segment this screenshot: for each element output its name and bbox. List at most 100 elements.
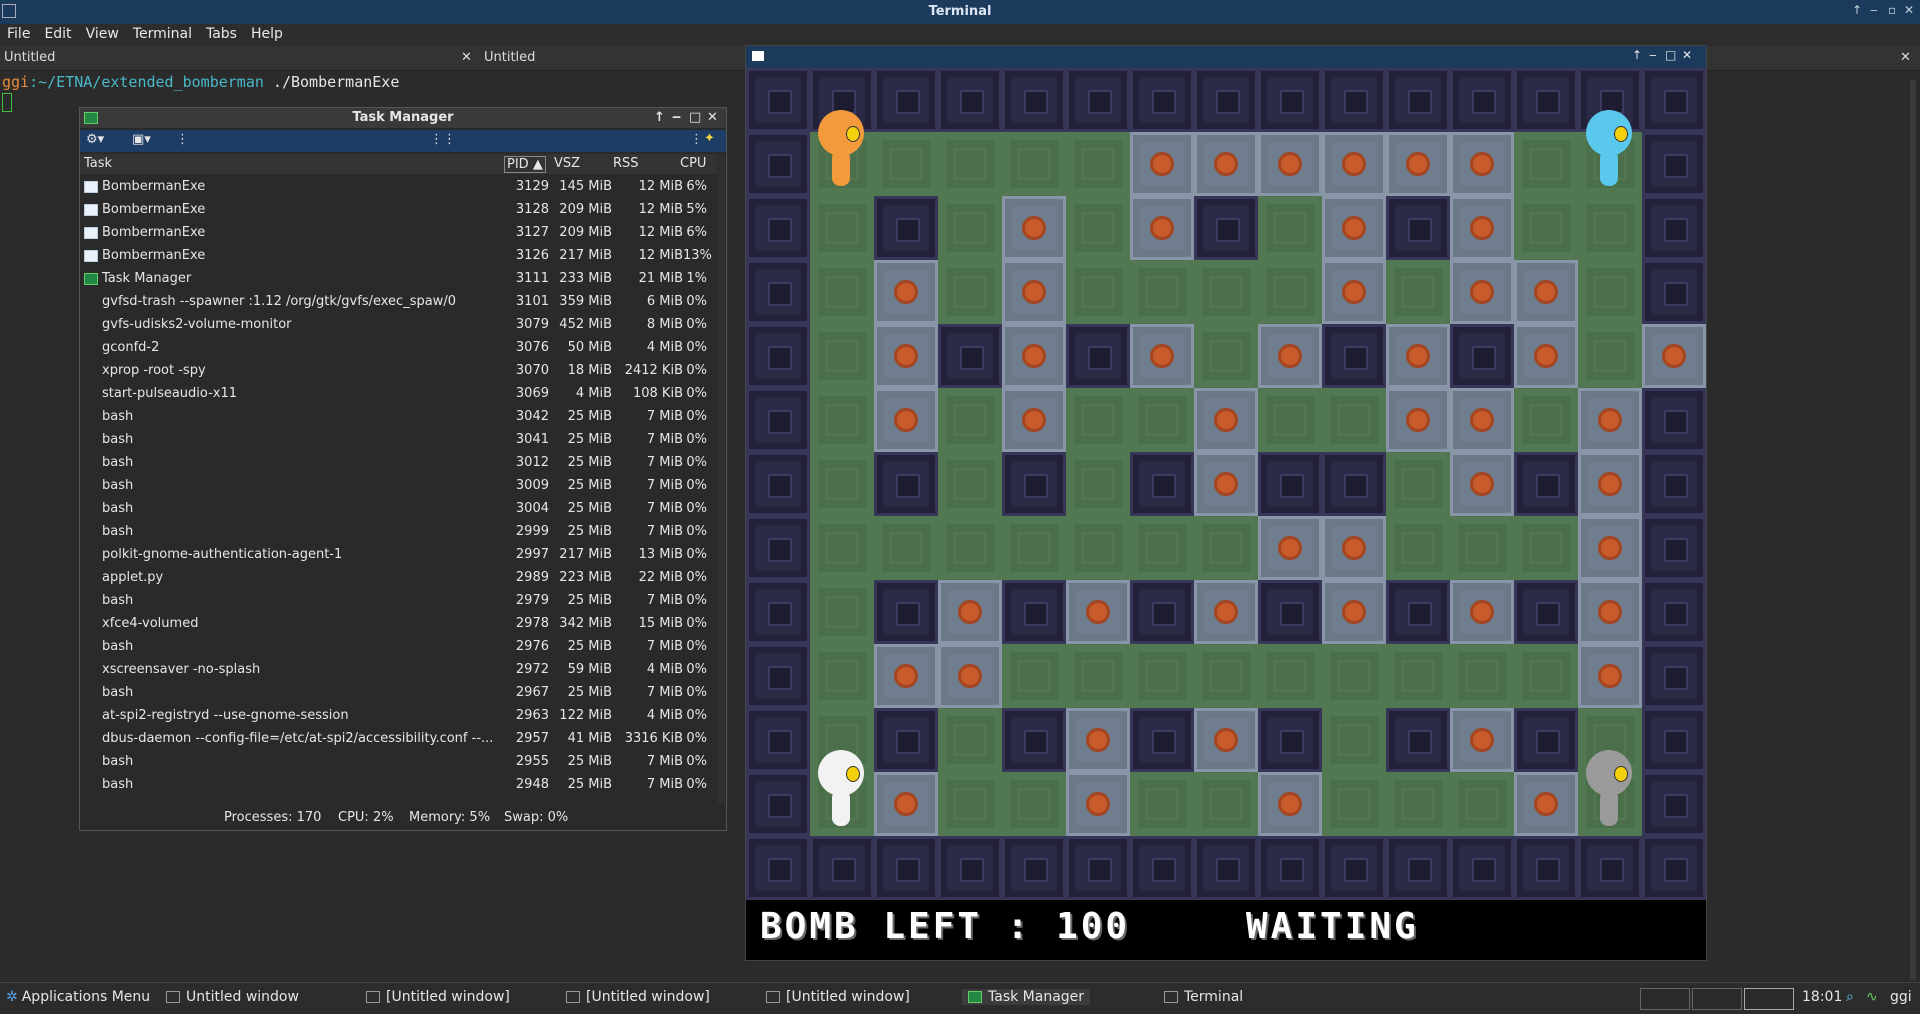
cpu-cell: 0% <box>686 708 707 723</box>
rss-cell: 3316 KiB <box>624 731 683 746</box>
search-icon[interactable]: ⌕ <box>1846 989 1854 1005</box>
table-row[interactable]: bash 3012 25 MiB 7 MiB 0% <box>80 451 710 474</box>
maximize-icon[interactable]: ▫ <box>1888 3 1896 17</box>
workspace-2[interactable] <box>1692 988 1742 1010</box>
col-vsz[interactable]: VSZ <box>554 156 580 171</box>
table-row[interactable]: bash 2967 25 MiB 7 MiB 0% <box>80 681 710 704</box>
col-task[interactable]: Task <box>84 156 112 171</box>
workspace-1[interactable] <box>1640 988 1690 1010</box>
floor-tile <box>1066 196 1130 260</box>
floor-tile <box>810 580 874 644</box>
task-name: dbus-daemon --config-file=/etc/at-spi2/a… <box>102 731 494 746</box>
rss-cell: 7 MiB <box>646 478 683 493</box>
cpu-cell: 5% <box>686 202 707 217</box>
sparkle-icon[interactable]: ✦ <box>704 131 715 146</box>
floor-tile <box>1450 516 1514 580</box>
table-row[interactable]: BombermanExe 3128 209 MiB 12 MiB 5% <box>80 198 710 221</box>
applications-menu-button[interactable]: ✲ Applications Menu <box>6 989 150 1005</box>
table-row[interactable]: bash 3042 25 MiB 7 MiB 0% <box>80 405 710 428</box>
table-row[interactable]: bash 2979 25 MiB 7 MiB 0% <box>80 589 710 612</box>
wall-block <box>1450 836 1514 900</box>
floor-tile <box>810 388 874 452</box>
table-row[interactable]: xfce4-volumed 2978 342 MiB 15 MiB 0% <box>80 612 710 635</box>
task-name: bash <box>102 685 134 700</box>
terminal-scrollbar[interactable] <box>1910 80 1916 980</box>
floor-tile <box>938 196 1002 260</box>
menu-help[interactable]: Help <box>244 24 290 42</box>
wall-block <box>746 708 810 772</box>
taskbar-label: Terminal <box>1184 989 1244 1005</box>
destructible-crate <box>874 324 938 388</box>
wall-block <box>1386 708 1450 772</box>
table-row[interactable]: BombermanExe 3127 209 MiB 12 MiB 6% <box>80 221 710 244</box>
destructible-crate <box>874 772 938 836</box>
wall-block <box>1450 68 1514 132</box>
table-row[interactable]: at-spi2-registryd --use-gnome-session 296… <box>80 704 710 727</box>
maximize-icon[interactable]: □ <box>689 110 701 125</box>
table-row[interactable]: xprop -root -spy 3070 18 MiB 2412 KiB 0% <box>80 359 710 382</box>
minimize-icon[interactable]: ‒ <box>672 110 681 125</box>
table-row[interactable]: bash 2976 25 MiB 7 MiB 0% <box>80 635 710 658</box>
table-row[interactable]: gconfd-2 3076 50 MiB 4 MiB 0% <box>80 336 710 359</box>
cpu-monitor-icon[interactable]: ∿ <box>1866 989 1878 1005</box>
table-row[interactable]: start-pulseaudio-x11 3069 4 MiB 108 KiB 0% <box>80 382 710 405</box>
pid-cell: 3101 <box>515 294 549 309</box>
destructible-crate <box>1450 132 1514 196</box>
minimize-icon[interactable]: ‒ <box>1649 48 1657 62</box>
table-row[interactable]: bash 3009 25 MiB 7 MiB 0% <box>80 474 710 497</box>
col-pid[interactable]: PID ▲ <box>504 156 546 173</box>
status-bar: Processes: 170 CPU: 2% Memory: 5% Swap: … <box>80 808 726 828</box>
table-row[interactable]: bash 3041 25 MiB 7 MiB 0% <box>80 428 710 451</box>
taskbar-item-task-manager[interactable]: Task Manager <box>962 989 1091 1005</box>
clock[interactable]: 18:01 <box>1802 989 1842 1005</box>
close-icon[interactable]: ✕ <box>1682 48 1692 62</box>
taskbar-item-untitled-2[interactable]: [Untitled window] <box>366 989 510 1005</box>
table-row[interactable]: Task Manager 3111 233 MiB 21 MiB 1% <box>80 267 710 290</box>
player-eye <box>846 766 860 782</box>
view-icon[interactable]: ▣▾ <box>132 132 151 147</box>
workspace-3[interactable] <box>1744 988 1794 1010</box>
user-name[interactable]: ggi <box>1890 989 1912 1005</box>
taskbar-item-untitled[interactable]: Untitled window <box>166 989 299 1005</box>
close-icon[interactable]: ✕ <box>707 110 718 125</box>
close-icon[interactable]: ✕ <box>1904 3 1914 17</box>
menu-terminal[interactable]: Terminal <box>126 24 199 42</box>
tab-close-icon[interactable]: ✕ <box>461 46 472 70</box>
floor-tile <box>1514 388 1578 452</box>
col-rss[interactable]: RSS <box>613 156 639 171</box>
col-cpu[interactable]: CPU <box>680 156 706 171</box>
maximize-icon[interactable]: □ <box>1665 48 1676 62</box>
menu-edit[interactable]: Edit <box>37 24 78 42</box>
rss-cell: 4 MiB <box>646 708 683 723</box>
table-row[interactable]: bash 3004 25 MiB 7 MiB 0% <box>80 497 710 520</box>
taskbar-item-untitled-4[interactable]: [Untitled window] <box>766 989 910 1005</box>
table-row[interactable]: bash 2999 25 MiB 7 MiB 0% <box>80 520 710 543</box>
task-name: BombermanExe <box>102 225 206 240</box>
table-row[interactable]: BombermanExe 3129 145 MiB 12 MiB 6% <box>80 175 710 198</box>
table-row[interactable]: gvfs-udisks2-volume-monitor 3079 452 MiB 8 … <box>80 313 710 336</box>
taskbar-item-terminal[interactable]: Terminal <box>1164 989 1243 1005</box>
table-row[interactable]: bash 2948 25 MiB 7 MiB 0% <box>80 773 710 795</box>
taskbar-item-untitled-3[interactable]: [Untitled window] <box>566 989 710 1005</box>
minimize-icon[interactable]: ‒ <box>1870 3 1878 17</box>
floor-tile <box>1066 644 1130 708</box>
settings-icon[interactable]: ⚙▾ <box>86 132 104 147</box>
table-row[interactable]: BombermanExe 3126 217 MiB 12 MiB 13% <box>80 244 712 267</box>
table-row[interactable]: xscreensaver -no-splash 2972 59 MiB 4 MiB 0% <box>80 658 710 681</box>
process-list-scrollbar[interactable] <box>717 154 725 804</box>
table-row[interactable]: bash 2955 25 MiB 7 MiB 0% <box>80 750 710 773</box>
table-row[interactable]: gvfsd-trash --spawner :1.12 /org/gtk/gvf… <box>80 290 710 313</box>
tab-untitled-2[interactable]: Untitled <box>484 46 734 70</box>
table-row[interactable]: applet.py 2989 223 MiB 22 MiB 0% <box>80 566 710 589</box>
game-board[interactable] <box>746 68 1706 900</box>
menu-tabs[interactable]: Tabs <box>199 24 244 42</box>
menu-file[interactable]: File <box>0 24 37 42</box>
table-row[interactable]: polkit-gnome-authentication-agent-1 2997 2… <box>80 543 710 566</box>
table-row[interactable]: dbus-daemon --config-file=/etc/at-spi2/a… <box>80 727 710 750</box>
pin-icon[interactable]: ↑ <box>654 110 665 125</box>
pin-icon[interactable]: ↑ <box>1632 48 1642 62</box>
menu-view[interactable]: View <box>79 24 126 42</box>
tab-untitled-1[interactable]: Untitled <box>4 46 474 70</box>
pin-icon[interactable]: ↑ <box>1852 3 1862 17</box>
tab-close-icon[interactable]: ✕ <box>1900 46 1911 70</box>
